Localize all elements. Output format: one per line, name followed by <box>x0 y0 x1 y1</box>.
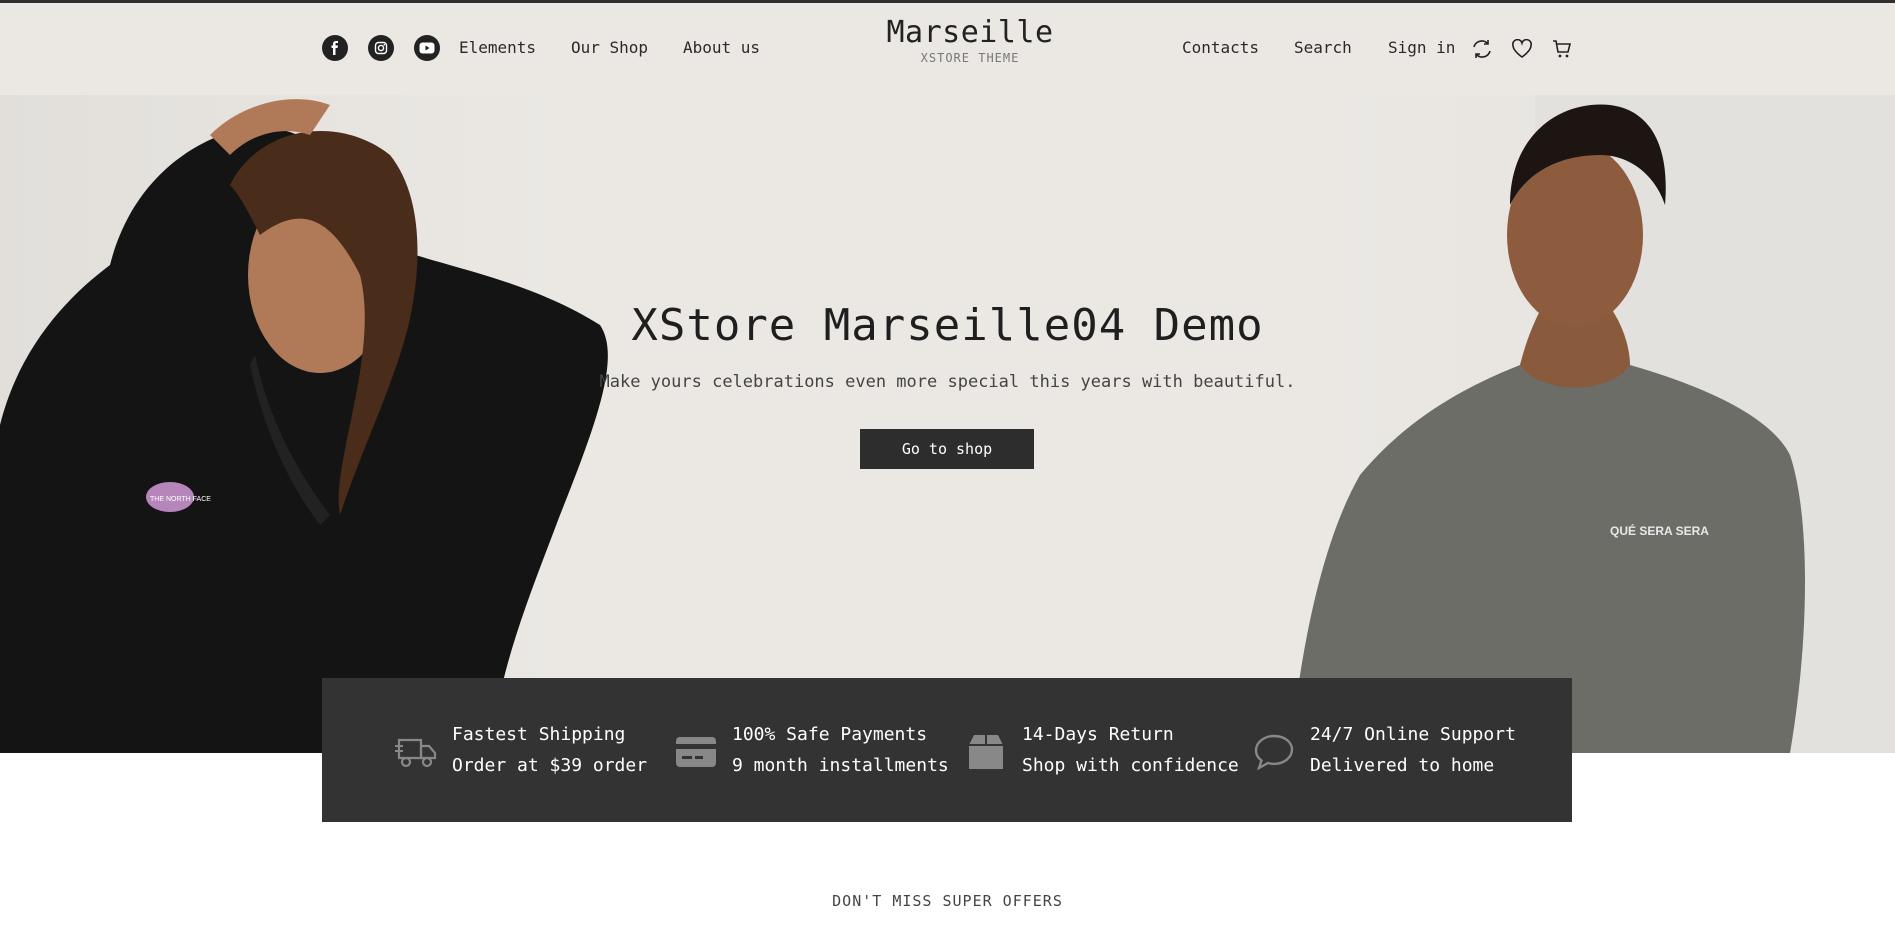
feature-text: Order at $39 order <box>452 755 648 776</box>
youtube-icon[interactable] <box>414 35 440 61</box>
feature-title: 24/7 Online Support <box>1310 724 1516 745</box>
truck-icon <box>394 730 438 774</box>
nav-sign-in[interactable]: Sign in <box>1388 38 1455 57</box>
hero-subtitle: Make yours celebrations even more specia… <box>599 372 1296 392</box>
feature-text: Delivered to home <box>1310 755 1495 776</box>
go-to-shop-button[interactable]: Go to shop <box>860 429 1034 469</box>
nav-elements[interactable]: Elements <box>459 38 536 57</box>
nav-our-shop[interactable]: Our Shop <box>571 38 648 57</box>
hero-right-print: QUÉ SERA SERA <box>1610 523 1709 538</box>
feature-title: 14-Days Return <box>1022 724 1174 745</box>
feature-support: 24/7 Online Support Delivered to home <box>1252 724 1516 777</box>
hero-title: XStore Marseille04 Demo <box>631 300 1264 351</box>
hero-right-model-image: QUÉ SERA SERA <box>1290 95 1895 753</box>
compare-icon[interactable] <box>1469 36 1495 62</box>
hero-banner: THE NORTH FACE QUÉ SERA SERA XStore Mars… <box>0 95 1895 753</box>
chat-bubble-icon <box>1252 730 1296 774</box>
feature-text: Shop with confidence <box>1022 755 1239 776</box>
site-header: Elements Our Shop About us Marseille XST… <box>0 3 1895 95</box>
credit-card-icon <box>674 730 718 774</box>
hero-left-model-image: THE NORTH FACE <box>0 99 608 753</box>
feature-title: 100% Safe Payments <box>732 724 928 745</box>
nav-contacts[interactable]: Contacts <box>1182 38 1259 57</box>
feature-return: 14-Days Return Shop with confidence <box>964 724 1239 777</box>
heart-icon[interactable] <box>1509 36 1535 62</box>
feature-payments: 100% Safe Payments 9 month installments <box>674 724 949 777</box>
hero-left-badge: THE NORTH FACE <box>150 496 211 503</box>
features-bar: Fastest Shipping Order at $39 order 100%… <box>322 678 1572 822</box>
nav-search[interactable]: Search <box>1294 38 1352 57</box>
feature-shipping: Fastest Shipping Order at $39 order <box>394 724 647 777</box>
logo-title[interactable]: Marseille <box>880 15 1060 50</box>
offers-heading: DON'T MISS SUPER OFFERS <box>832 892 1063 910</box>
feature-title: Fastest Shipping <box>452 724 626 745</box>
instagram-icon[interactable] <box>368 35 394 61</box>
facebook-icon[interactable] <box>322 35 348 61</box>
nav-about-us[interactable]: About us <box>683 38 760 57</box>
cart-icon[interactable] <box>1549 36 1575 62</box>
box-icon <box>964 730 1008 774</box>
feature-text: 9 month installments <box>732 755 949 776</box>
logo-subtitle: XSTORE THEME <box>920 51 1020 65</box>
